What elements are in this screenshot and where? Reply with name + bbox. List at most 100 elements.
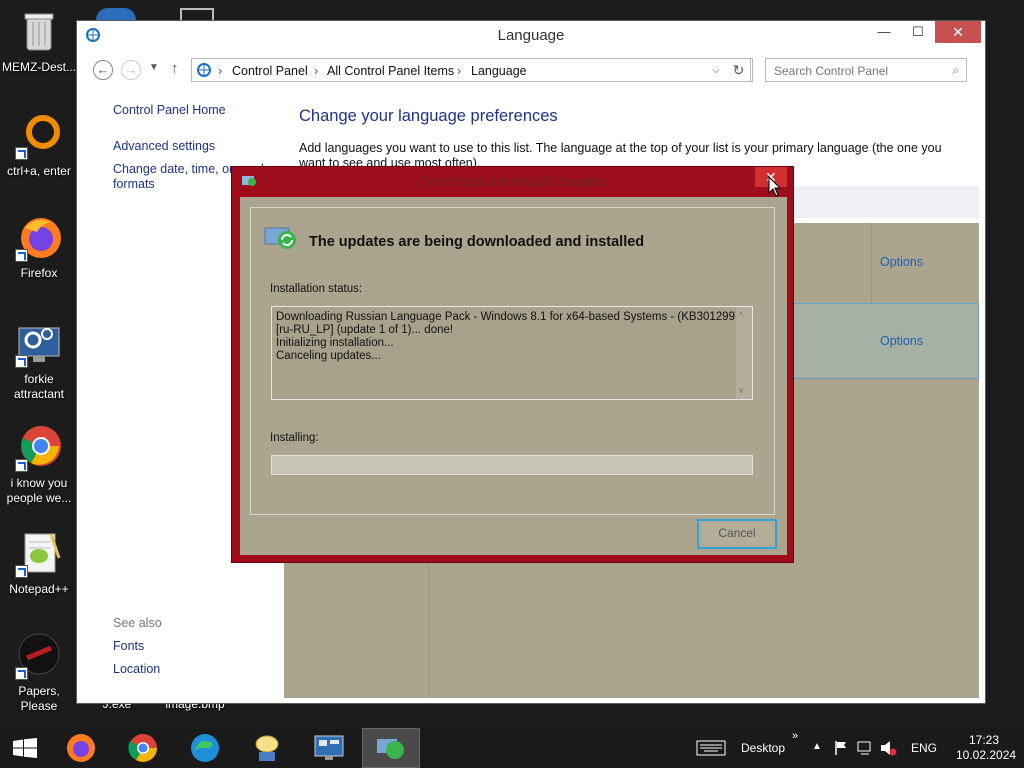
address-bar[interactable]: › Control Panel › All Control Panel Item… [191,58,753,82]
window-title: Language [497,27,565,44]
shortcut-arrow-icon [15,565,28,578]
search-icon: ⌕ [952,63,959,77]
shortcut-arrow-icon [15,667,28,680]
control-panel-gear-icon [15,320,63,368]
maximize-button[interactable]: ☐ [903,21,933,43]
mouse-cursor-icon [768,176,782,197]
breadcrumb-all-items[interactable]: All Control Panel Items [327,64,454,78]
installation-status-box[interactable]: Downloading Russian Language Pack - Wind… [271,306,753,400]
see-also-fonts[interactable]: Fonts [113,639,144,653]
minimize-button[interactable]: — [869,21,899,43]
recent-locations-dropdown[interactable]: ▼ [149,62,159,73]
windows-update-icon [264,227,296,249]
network-icon[interactable] [857,740,873,768]
language-options-link[interactable]: Options [880,255,923,269]
cancel-button[interactable]: Cancel [697,519,777,549]
taskbar-edge[interactable] [176,728,234,768]
status-line: [ru-RU_LP] (update 1 of 1)... done! [276,324,454,336]
status-line: Initializing installation... [276,337,394,349]
shortcut-arrow-icon [15,147,28,160]
desktop-icon-ctrl-a[interactable]: ctrl+a, enter [0,112,78,179]
see-also-location[interactable]: Location [113,662,160,676]
taskbar-windows-update[interactable] [362,728,420,768]
desktop-icon-recycle-bin[interactable]: MEMZ-Dest... [0,8,78,75]
control-panel-icon [314,735,344,760]
dialog-heading: The updates are being downloaded and ins… [309,234,645,250]
papers-please-icon [15,632,63,680]
shortcut-arrow-icon [15,249,28,262]
breadcrumb-control-panel[interactable]: Control Panel [232,64,308,78]
installation-status-label: Installation status: [270,283,363,295]
desktop-partial-icon [180,8,214,20]
desktop-icon-firefox[interactable]: Firefox [0,214,78,281]
refresh-button[interactable]: ↻ [727,58,751,82]
taskbar-help[interactable] [238,728,296,768]
desktop-icon-label: MEMZ-Dest... [2,60,76,74]
tray-overflow-icon[interactable]: ▲ [812,741,822,768]
desktop-toolbar-label[interactable]: Desktop [741,741,785,768]
language-icon [197,63,211,77]
desktop-icon-forkie[interactable]: forkie attractant [0,320,78,402]
sidebar-home-link[interactable]: Control Panel Home [113,103,226,117]
taskbar-firefox[interactable] [52,728,110,768]
install-progress-bar [271,455,753,475]
action-center-flag-icon[interactable] [834,740,848,768]
close-button[interactable]: ✕ [935,21,981,43]
desktop-icon-label: forkie attractant [13,372,65,401]
clock-date: 10.02.2024 [956,748,1017,762]
firefox-icon [67,734,95,762]
forward-button[interactable]: → [121,60,141,80]
desktop-icon-label: i know you people we... [6,476,72,505]
search-input[interactable]: Search Control Panel ⌕ [765,58,967,82]
scroll-down-icon[interactable]: v [739,384,744,397]
taskbar-chrome[interactable] [114,728,172,768]
shortcut-arrow-icon [15,459,28,472]
desktop-icon-papers-please[interactable]: Papers, Please [0,632,78,714]
page-title: Change your language preferences [299,107,558,125]
window-titlebar[interactable]: Language — ☐ ✕ [77,21,985,49]
installing-label: Installing: [270,432,319,444]
taskbar-control-panel[interactable] [300,728,358,768]
desktop-icon-label: Notepad++ [9,582,69,596]
see-also-heading: See also [113,616,162,630]
scroll-up-icon[interactable]: ^ [739,309,743,322]
update-dialog: Download and Install Updates ✕ The updat… [231,166,794,563]
dialog-body: The updates are being downloaded and ins… [240,197,787,555]
address-row: ← → ▼ ↑ › Control Panel › All Control Pa… [77,55,985,85]
recycle-bin-icon [15,8,63,56]
status-scrollbar[interactable]: ^ v [736,307,752,399]
language-options-link[interactable]: Options [880,334,923,348]
chevron-right-icon: › [457,64,462,78]
windows-logo-icon [13,738,37,758]
desktop-icon-chrome[interactable]: i know you people we... [0,424,78,506]
chevron-right-icon: › [314,64,319,78]
desktop-partial-icon [96,8,136,20]
chevron-down-icon[interactable]: ⌵ [712,65,720,76]
dialog-title: Download and Install Updates [419,173,606,189]
start-button[interactable] [0,728,50,768]
shortcut-arrow-icon [15,355,28,368]
toolbar-expand-icon[interactable]: » [792,730,798,768]
notepadpp-icon [15,530,63,578]
chrome-icon [15,424,63,472]
taskbar: Desktop » ▲ ENG 17:23 10.02.2024 [0,728,1024,768]
desktop-icon-label: ctrl+a, enter [7,164,71,178]
status-line: Canceling updates... [276,350,381,362]
search-placeholder: Search Control Panel [774,64,889,78]
touch-keyboard-icon[interactable] [696,740,726,768]
input-language-indicator[interactable]: ENG [911,741,937,768]
breadcrumb-language[interactable]: Language [471,64,527,78]
volume-muted-icon[interactable] [880,740,898,768]
clock[interactable]: 17:23 10.02.2024 [956,733,1017,768]
sidebar-change-date-time-formats[interactable]: formats [113,177,155,191]
clock-time: 17:23 [968,733,1000,747]
status-line: Downloading Russian Language Pack - Wind… [276,311,746,323]
up-button[interactable]: ↑ [171,60,179,77]
orange-ring-icon [15,112,63,160]
sidebar-advanced-settings[interactable]: Advanced settings [113,139,215,153]
chevron-right-icon: › [218,64,223,78]
edge-icon [191,734,219,762]
chrome-icon [128,734,157,762]
desktop-icon-notepadpp[interactable]: Notepad++ [0,530,78,597]
back-button[interactable]: ← [93,60,113,80]
